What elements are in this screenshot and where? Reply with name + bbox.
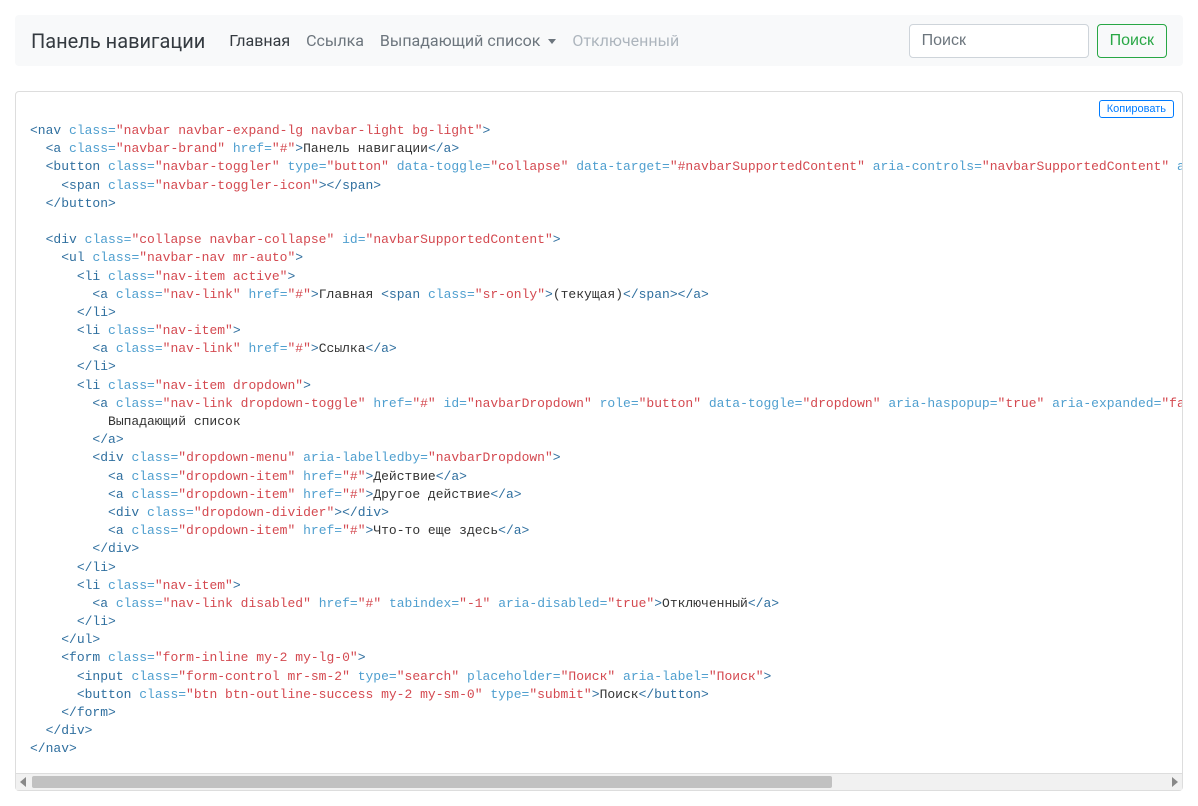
search-input[interactable] [909, 24, 1089, 58]
scrollbar-thumb[interactable] [32, 776, 832, 788]
nav-item-dropdown[interactable]: Выпадающий список [372, 23, 564, 58]
code-block: <nav class="navbar navbar-expand-lg navb… [16, 92, 1182, 773]
nav-item-home[interactable]: Главная [221, 23, 298, 58]
chevron-down-icon [548, 39, 556, 44]
horizontal-scrollbar[interactable] [16, 773, 1182, 790]
search-button[interactable]: Поиск [1097, 24, 1167, 58]
nav-item-link[interactable]: Ссылка [298, 23, 372, 58]
copy-button[interactable]: Копировать [1099, 100, 1174, 118]
navbar-brand: Панель навигации [31, 29, 221, 53]
code-snippet-area: Копировать <nav class="navbar navbar-exp… [15, 91, 1183, 791]
nav-item-dropdown-label: Выпадающий список [380, 31, 540, 50]
nav-item-disabled: Отключенный [564, 23, 687, 58]
search-form: Поиск [909, 24, 1167, 58]
navbar-example: Панель навигации Главная Ссылка Выпадающ… [15, 15, 1183, 66]
navbar-nav: Главная Ссылка Выпадающий список Отключе… [221, 23, 908, 58]
